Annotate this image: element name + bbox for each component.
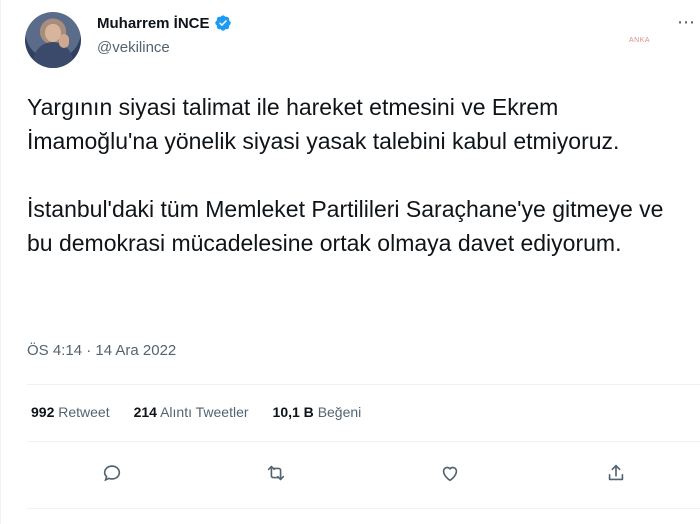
author-name-row[interactable]: Muharrem İNCE <box>97 14 232 32</box>
reply-icon <box>103 465 121 482</box>
avatar[interactable] <box>25 12 81 68</box>
divider-middle <box>27 441 700 442</box>
tweet-card: Muharrem İNCE @vekilince ⋯ ANKA Yargının… <box>0 0 700 524</box>
reply-button[interactable] <box>95 456 129 490</box>
author-handle[interactable]: @vekilince <box>97 39 170 56</box>
retweet-icon <box>267 465 285 481</box>
quote-count-label: Alıntı Tweetler <box>160 404 249 420</box>
action-bar <box>1 456 700 490</box>
engagement-stats: 992 Retweet 214 Alıntı Tweetler 10,1 B B… <box>31 404 361 420</box>
retweet-button[interactable] <box>259 456 293 490</box>
verified-badge-icon <box>214 15 231 31</box>
like-button[interactable] <box>433 456 467 490</box>
divider-top <box>27 384 700 385</box>
divider-bottom <box>27 508 700 509</box>
quote-count[interactable]: 214 Alıntı Tweetler <box>134 404 249 420</box>
tweet-text: Yargının siyasi talimat ile hareket etme… <box>27 94 664 256</box>
more-options-icon[interactable]: ⋯ <box>677 12 696 33</box>
like-icon <box>442 466 458 482</box>
quote-count-value: 214 <box>133 404 157 420</box>
share-button[interactable] <box>599 456 633 490</box>
author-display-name[interactable]: Muharrem İNCE <box>97 15 210 32</box>
like-count-value: 10,1 B <box>272 404 314 420</box>
tweet-timestamp[interactable]: ÖS 4:14 · 14 Ara 2022 <box>27 342 176 359</box>
share-icon <box>608 464 624 481</box>
like-count-label: Beğeni <box>317 404 362 420</box>
retweet-count-value: 992 <box>31 404 55 420</box>
avatar-hand <box>59 34 69 48</box>
retweet-count[interactable]: 992 Retweet <box>31 404 110 420</box>
like-count[interactable]: 10,1 B Beğeni <box>273 404 362 420</box>
watermark-logo: ANKA <box>629 37 651 44</box>
retweet-count-label: Retweet <box>58 404 110 420</box>
